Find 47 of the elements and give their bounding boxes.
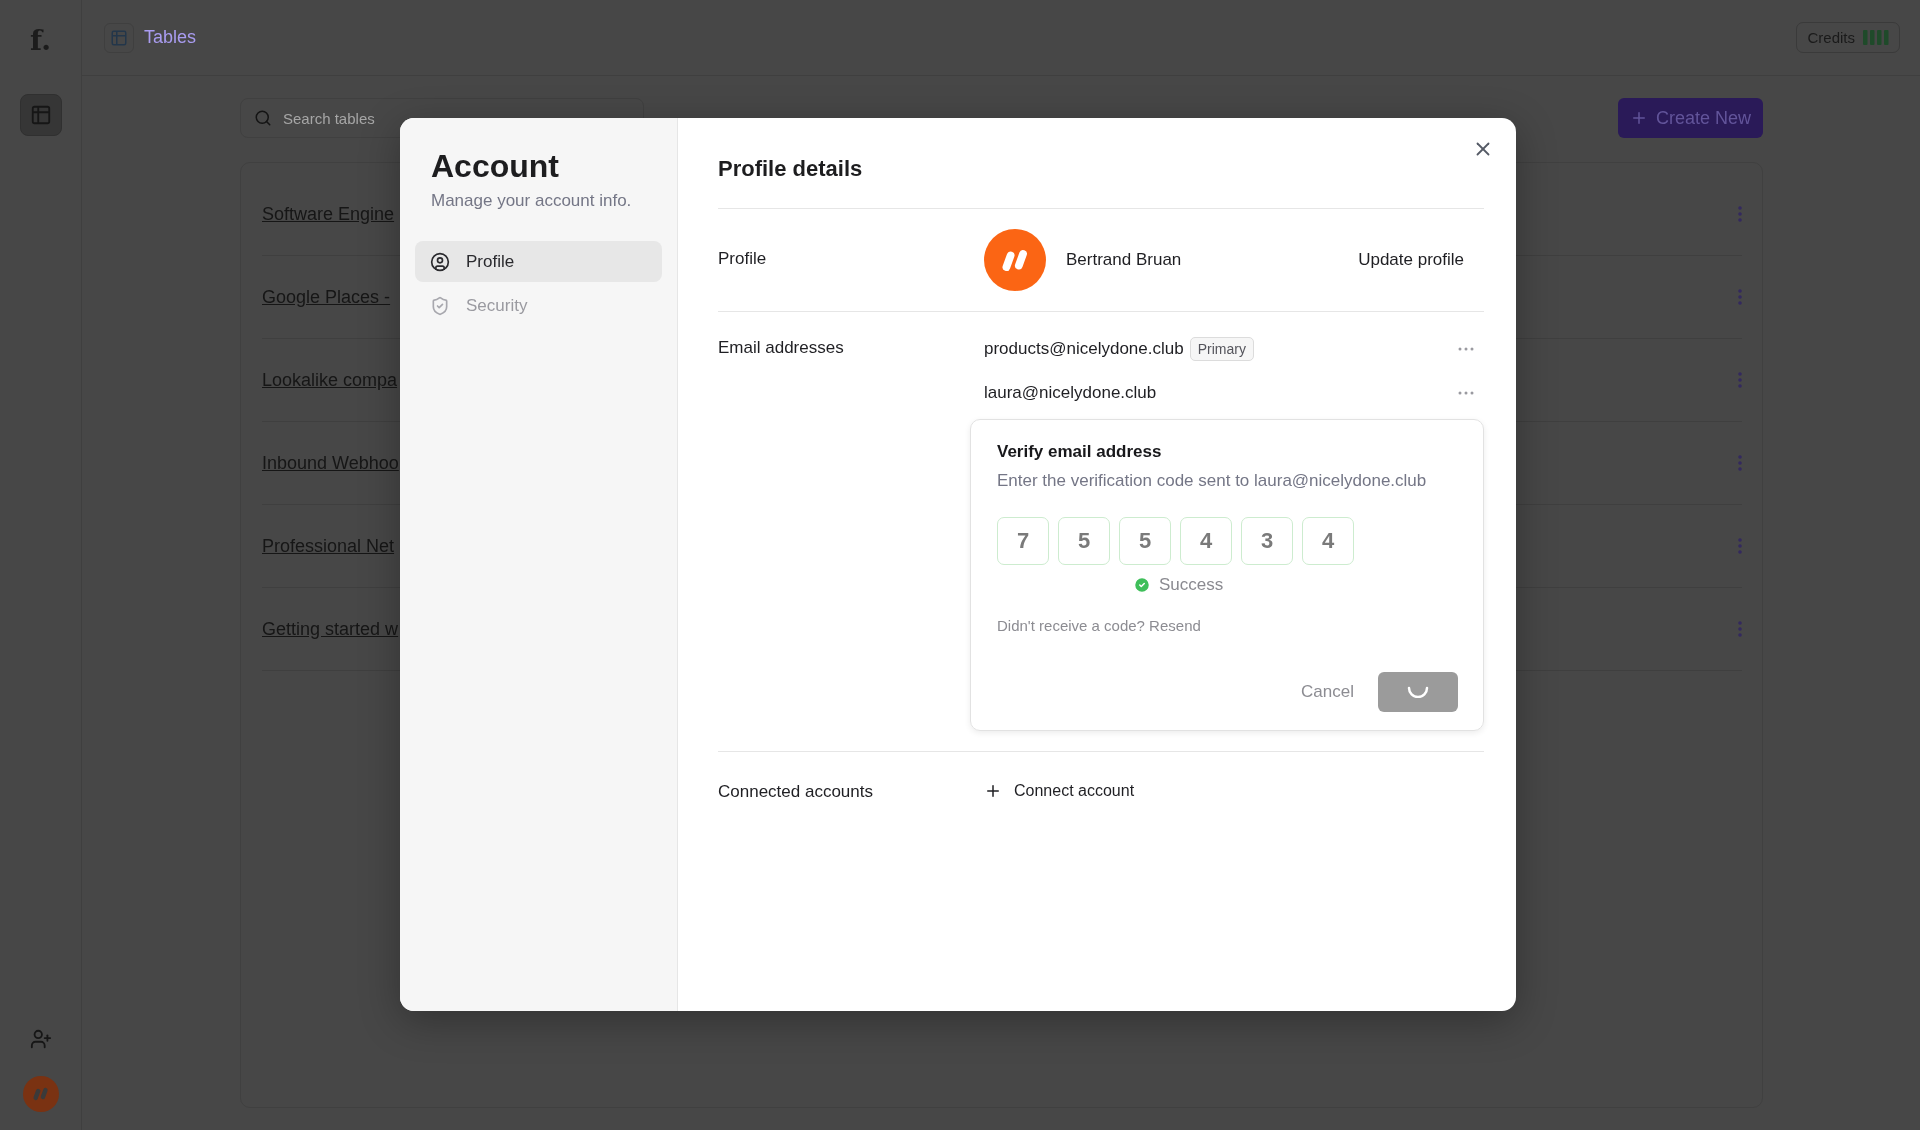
spinner-icon [1407,686,1429,698]
connect-account-button[interactable]: Connect account [984,782,1135,800]
search-field[interactable]: Search tables [240,98,644,138]
status-text: Success [1159,575,1224,595]
shield-icon [430,295,450,316]
user-plus-icon [29,1028,52,1050]
search-icon [254,109,272,127]
code-digit-field[interactable]: 7 [997,517,1049,565]
primary-badge: Primary [1189,337,1254,361]
more-icon [1458,347,1474,351]
panel-title: Verify email address [997,442,1163,462]
table-icon [110,28,128,47]
email-menu-button[interactable] [1458,347,1474,351]
create-new-button[interactable]: Create New [1617,98,1763,138]
user-avatar[interactable] [22,1076,59,1112]
cancel-button[interactable]: Cancel [1301,682,1354,702]
email-address: laura@nicelydone.club [984,383,1157,403]
invite-user-button[interactable] [29,1028,52,1050]
panel-description: Enter the verification code sent to laura@nicelydone.club [997,471,1428,491]
avatar-logo-icon [31,1085,50,1103]
code-digit-field[interactable]: 4 [1302,517,1354,565]
sidebar-item[interactable]: Profile [415,241,662,282]
email-menu-button[interactable] [1458,391,1474,395]
section-heading: Profile details [718,156,1484,209]
code-digit-field[interactable]: 5 [1058,517,1110,565]
code-digit-field[interactable]: 5 [1119,517,1171,565]
resend-text: Didn't receive a code? Resend [997,617,1202,634]
page-title: Tables [144,27,197,48]
field-label: Email addresses [718,337,845,359]
table-icon [29,104,52,126]
user-icon [430,251,450,272]
dialog-title: Account [431,148,560,185]
more-icon [1458,391,1474,395]
sidebar-item[interactable]: Security [415,285,662,326]
email-address: products@nicelydone.club [984,339,1184,359]
field-label: Connected accounts [718,782,874,802]
field-label: Profile [718,248,768,270]
code-digit-field[interactable]: 4 [1180,517,1232,565]
code-digit-field[interactable]: 3 [1241,517,1293,565]
dialog-subtitle: Manage your account info. [431,191,633,211]
profile-name: Bertrand Bruan [1066,250,1182,270]
tables-nav-button[interactable] [19,94,62,136]
success-check-icon [1133,576,1151,594]
update-profile-button[interactable]: Update profile [1358,250,1464,270]
plus-icon [984,782,1002,800]
credit-bars-icon [1863,30,1889,45]
loading-button[interactable] [1378,672,1458,712]
